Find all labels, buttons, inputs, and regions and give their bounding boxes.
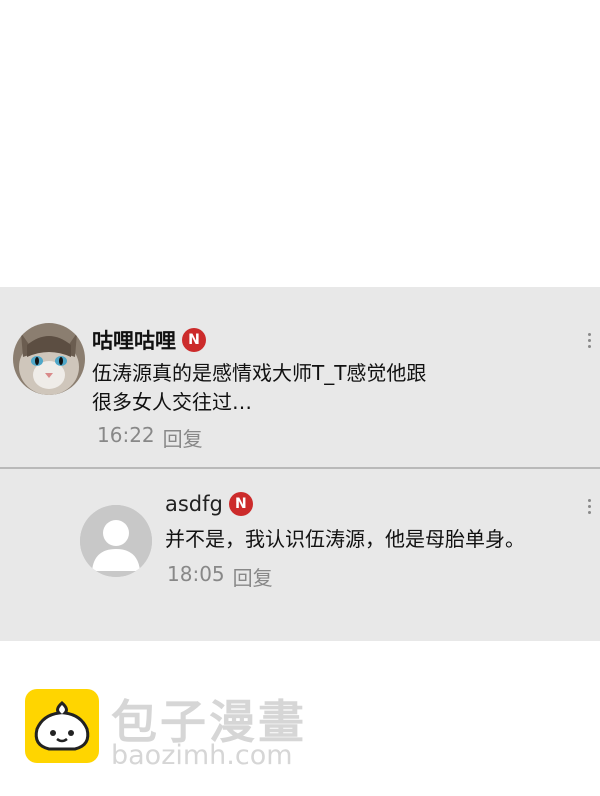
- comment-meta: 16:22 回复: [97, 423, 203, 452]
- watermark: 包子漫畫 baozimh.com: [25, 686, 325, 772]
- reply-button[interactable]: 回复: [163, 423, 203, 452]
- comment-panel: 咕哩咕哩 N 伍涛源真的是感情戏大师T_T感觉他跟 很多女人交往过… 16:22…: [0, 287, 600, 641]
- comment-text-line: 并不是，我认识伍涛源，他是母胎单身。: [165, 527, 525, 551]
- username[interactable]: asdfg: [165, 492, 223, 516]
- bun-logo-icon: [25, 689, 99, 763]
- more-options-icon[interactable]: [586, 333, 592, 348]
- comment-item: 咕哩咕哩 N 伍涛源真的是感情戏大师T_T感觉他跟 很多女人交往过… 16:22…: [0, 287, 600, 467]
- comment-header: asdfg N: [165, 492, 253, 516]
- new-badge: N: [228, 492, 253, 516]
- default-user-icon: [80, 505, 152, 577]
- new-badge: N: [182, 328, 206, 352]
- reply-button[interactable]: 回复: [233, 562, 273, 591]
- comment-text: 并不是，我认识伍涛源，他是母胎单身。: [165, 525, 595, 554]
- comment-text: 伍涛源真的是感情戏大师T_T感觉他跟 很多女人交往过…: [92, 359, 512, 417]
- username[interactable]: 咕哩咕哩: [92, 325, 176, 355]
- comment-header: 咕哩咕哩 N: [92, 325, 206, 355]
- cat-avatar-icon: [13, 323, 85, 395]
- comment-text-line: 很多女人交往过…: [92, 390, 252, 414]
- avatar[interactable]: [80, 505, 152, 577]
- comment-time: 16:22: [97, 423, 155, 447]
- comment-text-line: 伍涛源真的是感情戏大师T_T感觉他跟: [92, 361, 427, 385]
- comment-time: 18:05: [167, 562, 225, 586]
- reply-item: asdfg N 并不是，我认识伍涛源，他是母胎单身。 18:05 回复: [0, 469, 600, 641]
- comment-meta: 18:05 回复: [167, 562, 273, 591]
- more-options-icon[interactable]: [586, 499, 592, 514]
- watermark-url: baozimh.com: [111, 740, 293, 771]
- avatar[interactable]: [13, 323, 85, 395]
